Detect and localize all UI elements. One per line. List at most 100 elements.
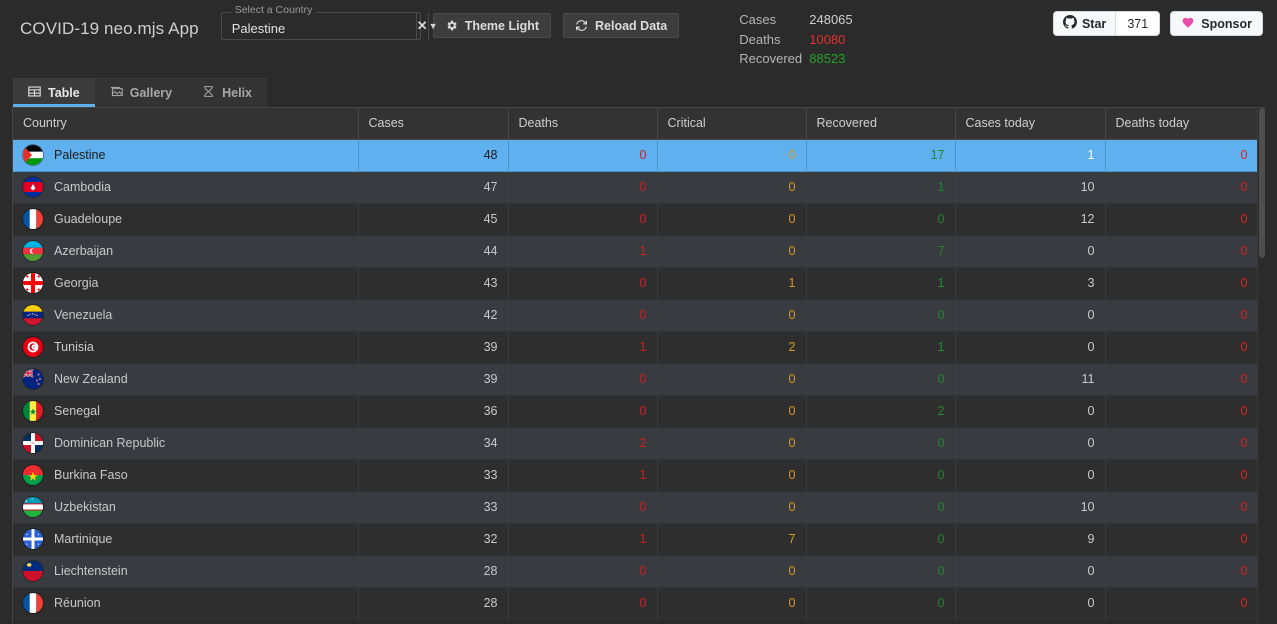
- tab-gallery[interactable]: Gallery: [94, 78, 188, 107]
- cell-country[interactable]: Guadeloupe: [13, 203, 359, 236]
- cell-deaths-today[interactable]: 0: [1105, 491, 1259, 524]
- cell-cases-today[interactable]: 1: [955, 139, 1106, 172]
- table-row[interactable]: Guadeloupe 45 0 0 0 12 0: [13, 203, 1259, 236]
- cell-country[interactable]: Venezuela: [13, 299, 359, 332]
- cell-country[interactable]: Dominican Republic: [13, 427, 359, 460]
- table-row[interactable]: Cambodia 47 0 0 1 10 0: [13, 171, 1259, 204]
- cell-country[interactable]: Tunisia: [13, 331, 359, 364]
- chevron-down-icon[interactable]: ▼: [427, 13, 438, 39]
- scrollbar-thumb[interactable]: [1259, 108, 1265, 258]
- cell-country[interactable]: Uzbekistan: [13, 491, 359, 524]
- cell-recovered[interactable]: 0: [806, 491, 956, 524]
- cell-recovered[interactable]: 2: [806, 395, 956, 428]
- cell-country[interactable]: Liechtenstein: [13, 555, 359, 588]
- cell-cases[interactable]: 47: [358, 171, 509, 204]
- table-row[interactable]: Georgia 43 0 1 1 3 0: [13, 267, 1259, 300]
- cell-recovered[interactable]: 1: [806, 171, 956, 204]
- cell-country[interactable]: Georgia: [13, 267, 359, 300]
- table-row[interactable]: Senegal 36 0 0 2 0 0: [13, 395, 1259, 428]
- cell-country[interactable]: Azerbaijan: [13, 235, 359, 268]
- cell-cases[interactable]: 32: [358, 523, 509, 556]
- table-row[interactable]: New Zealand 39 0 0 0 11 0: [13, 363, 1259, 396]
- table-row[interactable]: Venezuela 42 0 0 0 0 0: [13, 299, 1259, 332]
- cell-critical[interactable]: 0: [657, 363, 807, 396]
- cell-deaths-today[interactable]: 0: [1105, 299, 1259, 332]
- cell-deaths-today[interactable]: 0: [1105, 203, 1259, 236]
- cell-cases[interactable]: 33: [358, 491, 509, 524]
- cell-deaths-today[interactable]: 0: [1105, 363, 1259, 396]
- cell-recovered[interactable]: 0: [806, 587, 956, 620]
- cell-recovered[interactable]: 0: [806, 555, 956, 588]
- cell-recovered[interactable]: 0: [806, 203, 956, 236]
- cell-cases[interactable]: 39: [358, 363, 509, 396]
- cell-deaths-today[interactable]: 0: [1105, 523, 1259, 556]
- cell-cases-today[interactable]: 9: [955, 523, 1106, 556]
- cell-critical[interactable]: 0: [657, 171, 807, 204]
- table-row[interactable]: Palestine 48 0 0 17 1 0: [13, 139, 1259, 172]
- cell-cases[interactable]: 34: [358, 427, 509, 460]
- cell-deaths[interactable]: 1: [508, 331, 658, 364]
- cell-cases[interactable]: 28: [358, 587, 509, 620]
- cell-country[interactable]: Senegal: [13, 395, 359, 428]
- cell-country[interactable]: Martinique: [13, 523, 359, 556]
- cell-recovered[interactable]: 1: [806, 267, 956, 300]
- reload-data-button[interactable]: Reload Data: [563, 13, 680, 38]
- cell-recovered[interactable]: 17: [806, 139, 956, 172]
- github-star-button[interactable]: Star 371: [1052, 11, 1161, 36]
- cell-deaths[interactable]: 1: [508, 459, 658, 492]
- cell-cases[interactable]: 44: [358, 235, 509, 268]
- table-row[interactable]: Réunion 28 0 0 0 0 0: [13, 587, 1259, 620]
- table-row[interactable]: Azerbaijan 44 1 0 7 0 0: [13, 235, 1259, 268]
- table-row[interactable]: Martinique 32 1 7 0 9 0: [13, 523, 1259, 556]
- cell-cases-today[interactable]: 0: [955, 555, 1106, 588]
- cell-recovered[interactable]: 0: [806, 427, 956, 460]
- cell-critical[interactable]: 0: [657, 139, 807, 172]
- close-icon[interactable]: ✕: [415, 13, 428, 39]
- cell-cases-today[interactable]: 10: [955, 491, 1106, 524]
- cell-deaths-today[interactable]: 0: [1105, 331, 1259, 364]
- table-row[interactable]: Burkina Faso 33 1 0 0 0 0: [13, 459, 1259, 492]
- cell-country[interactable]: Cambodia: [13, 171, 359, 204]
- table-row[interactable]: Uzbekistan 33 0 0 0 10 0: [13, 491, 1259, 524]
- table-row[interactable]: Liechtenstein 28 0 0 0 0 0: [13, 555, 1259, 588]
- cell-cases[interactable]: 33: [358, 459, 509, 492]
- cell-cases[interactable]: 45: [358, 203, 509, 236]
- cell-cases-today[interactable]: 0: [955, 235, 1106, 268]
- github-sponsor-button[interactable]: Sponsor: [1170, 11, 1263, 36]
- cell-cases-today[interactable]: 0: [955, 395, 1106, 428]
- cell-cases-today[interactable]: 12: [955, 203, 1106, 236]
- column-header-cases[interactable]: Cases: [358, 108, 509, 140]
- cell-recovered[interactable]: 0: [806, 363, 956, 396]
- cell-deaths[interactable]: 0: [508, 171, 658, 204]
- cell-deaths[interactable]: 0: [508, 395, 658, 428]
- cell-critical[interactable]: 0: [657, 491, 807, 524]
- cell-critical[interactable]: 2: [657, 331, 807, 364]
- cell-critical[interactable]: 0: [657, 235, 807, 268]
- cell-deaths-today[interactable]: 0: [1105, 427, 1259, 460]
- cell-deaths[interactable]: 0: [508, 587, 658, 620]
- tab-table[interactable]: Table: [13, 78, 95, 107]
- cell-recovered[interactable]: 0: [806, 299, 956, 332]
- cell-deaths-today[interactable]: 0: [1105, 459, 1259, 492]
- github-star-part[interactable]: Star: [1054, 12, 1115, 35]
- country-search-input[interactable]: [221, 17, 416, 39]
- cell-cases[interactable]: 28: [358, 555, 509, 588]
- column-header-critical[interactable]: Critical: [657, 108, 807, 140]
- cell-cases[interactable]: 43: [358, 267, 509, 300]
- cell-deaths[interactable]: 0: [508, 203, 658, 236]
- cell-deaths-today[interactable]: 0: [1105, 587, 1259, 620]
- cell-deaths-today[interactable]: 0: [1105, 395, 1259, 428]
- github-star-count[interactable]: 371: [1115, 12, 1160, 35]
- cell-critical[interactable]: 0: [657, 587, 807, 620]
- cell-cases-today[interactable]: 0: [955, 459, 1106, 492]
- cell-cases-today[interactable]: 0: [955, 587, 1106, 620]
- cell-deaths-today[interactable]: 0: [1105, 171, 1259, 204]
- cell-cases[interactable]: 42: [358, 299, 509, 332]
- cell-critical[interactable]: 0: [657, 427, 807, 460]
- cell-cases-today[interactable]: 10: [955, 171, 1106, 204]
- column-header-cases-today[interactable]: Cases today: [955, 108, 1106, 140]
- cell-country[interactable]: Palestine: [13, 139, 359, 172]
- cell-cases-today[interactable]: 11: [955, 363, 1106, 396]
- cell-deaths-today[interactable]: 0: [1105, 235, 1259, 268]
- cell-deaths-today[interactable]: 0: [1105, 555, 1259, 588]
